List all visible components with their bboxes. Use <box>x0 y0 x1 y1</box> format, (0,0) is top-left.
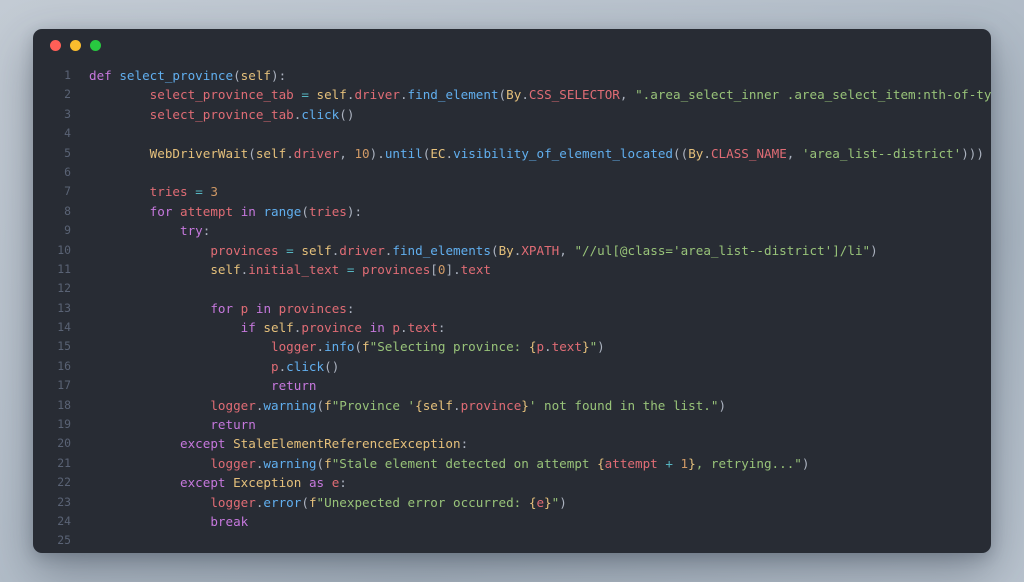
code-line: if self.province in p.text: <box>240 320 446 336</box>
code-line: select_province_tab.click() <box>149 106 355 122</box>
code-line: logger.info(f"Selecting province: {p.tex… <box>270 339 605 355</box>
code-line: logger.warning(f"Province '{self.provinc… <box>210 397 727 413</box>
window-titlebar <box>33 29 991 62</box>
line-number: 16 <box>57 358 71 373</box>
line-number: 9 <box>64 223 71 238</box>
line-number: 17 <box>57 378 71 393</box>
line-number: 3 <box>64 106 71 121</box>
line-number: 22 <box>57 475 71 490</box>
line-number: 24 <box>57 513 71 528</box>
line-number: 25 <box>57 533 71 548</box>
line-number: 10 <box>57 242 71 257</box>
code-line: except StaleElementReferenceException: <box>180 436 469 452</box>
code-line: WebDriverWait(self.driver, 10).until(EC.… <box>149 145 984 161</box>
line-number: 1 <box>64 68 71 82</box>
code-window: 1 2 3 4 5 6 7 8 9 10 11 12 13 14 15 16 1… <box>33 29 991 553</box>
code-line: for attempt in range(tries): <box>149 203 363 219</box>
code-line: logger.error(f"Failed to select province… <box>89 551 991 554</box>
code-line: return <box>210 417 256 433</box>
line-number: 8 <box>64 203 71 218</box>
line-number: 14 <box>57 320 71 335</box>
code-line: break <box>210 513 249 529</box>
code-line: return <box>270 378 317 394</box>
code-line: self.initial_text = provinces[0].text <box>210 261 492 277</box>
line-number: 2 <box>64 87 71 102</box>
line-number: 4 <box>64 126 71 141</box>
close-window-button[interactable] <box>50 40 61 51</box>
line-number: 23 <box>57 494 71 509</box>
code-line: tries = 3 <box>149 184 218 200</box>
line-number: 21 <box>57 455 71 470</box>
maximize-window-button[interactable] <box>90 40 101 51</box>
line-number: 5 <box>64 145 71 160</box>
line-number: 15 <box>57 339 71 354</box>
code-line: p.click() <box>270 358 340 374</box>
line-number: 19 <box>57 417 71 432</box>
code-line: try: <box>180 223 211 239</box>
code-line: for p in provinces: <box>210 300 355 316</box>
minimize-window-button[interactable] <box>70 40 81 51</box>
code-line: logger.error(f"Unexpected error occurred… <box>210 494 567 510</box>
code-editor[interactable]: 1 2 3 4 5 6 7 8 9 10 11 12 13 14 15 16 1… <box>33 62 991 553</box>
code-line: except Exception as e: <box>180 475 347 491</box>
line-number-gutter: 1 2 3 4 5 6 7 8 9 10 11 12 13 14 15 16 1… <box>33 66 71 553</box>
line-number: 26 <box>33 551 71 554</box>
line-number: 20 <box>57 436 71 451</box>
line-number: 7 <box>64 184 71 199</box>
code-line: provinces = self.driver.find_elements(By… <box>210 242 878 258</box>
code-line: logger.warning(f"Stale element detected … <box>210 455 810 471</box>
line-number: 11 <box>57 261 71 276</box>
line-number: 13 <box>57 300 71 315</box>
line-number: 12 <box>57 281 71 296</box>
line-number: 18 <box>57 397 71 412</box>
line-number: 6 <box>64 164 71 179</box>
screenshot-stage: 1 2 3 4 5 6 7 8 9 10 11 12 13 14 15 16 1… <box>0 0 1024 582</box>
code-line: select_province_tab = self.driver.find_e… <box>149 87 991 103</box>
code-content[interactable]: def select_province(self): select_provin… <box>71 66 991 553</box>
code-line: def select_province(self): <box>89 68 287 83</box>
